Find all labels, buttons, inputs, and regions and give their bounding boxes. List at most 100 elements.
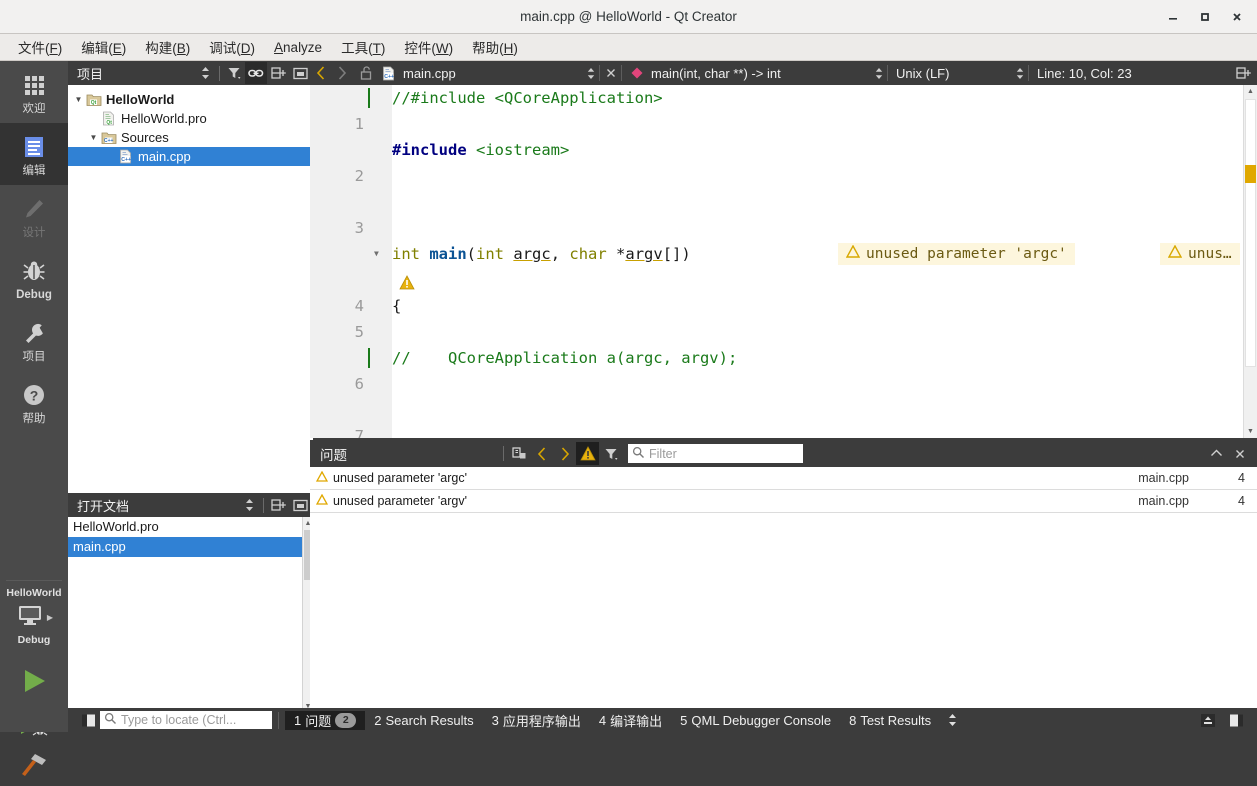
updown-arrows-icon[interactable]	[194, 62, 216, 84]
chevron-down-icon[interactable]: ▼	[72, 95, 85, 104]
split-add-icon[interactable]	[1233, 62, 1254, 84]
projects-sidebar: 项目 ▼ Qt HelloWorld Qt HelloWorld.pro ▼ C…	[68, 61, 313, 496]
tab-label: Search Results	[385, 712, 474, 728]
status-bar: Type to locate (Ctrl... 1 问题 2 2 Search …	[68, 708, 1257, 732]
scroll-down-arrow-icon[interactable]: ▼	[1244, 425, 1257, 438]
menu-debug[interactable]: 调试(D)	[200, 34, 264, 60]
divider	[503, 446, 504, 461]
next-issue-button[interactable]	[553, 442, 576, 465]
code-line-4[interactable]: 4 ▼ int main(int argc, char *argv[]) unu…	[310, 241, 1257, 315]
code-editor[interactable]: 1 //#include <QCoreApplication> 2 #inclu…	[310, 85, 1257, 438]
menu-edit[interactable]: 编辑(E)	[72, 34, 135, 60]
tree-item-sources[interactable]: ▼ C++ Sources	[68, 128, 313, 147]
output-tab-search-results[interactable]: 2 Search Results	[365, 713, 482, 728]
code-line-1[interactable]: 1 //#include <QCoreApplication>	[310, 85, 1257, 133]
tree-item-label: HelloWorld.pro	[121, 111, 207, 126]
close-panel-icon[interactable]	[289, 494, 311, 516]
maximize-window-button[interactable]	[1191, 3, 1219, 31]
issue-row[interactable]: unused parameter 'argv' main.cpp 4	[310, 490, 1257, 513]
tab-label: QML Debugger Console	[691, 712, 832, 728]
copy-icon[interactable]	[507, 442, 530, 465]
issue-message: unused parameter 'argc'	[333, 471, 468, 485]
updown-arrows-icon[interactable]	[1015, 67, 1025, 80]
bug-icon	[21, 256, 47, 286]
split-add-icon[interactable]	[267, 62, 289, 84]
output-tab-test-results[interactable]: 8 Test Results	[840, 713, 940, 728]
output-tab-issues[interactable]: 1 问题 2	[285, 710, 366, 730]
run-button[interactable]	[0, 660, 68, 702]
output-tab-qml-debugger-console[interactable]: 5 QML Debugger Console	[671, 713, 840, 728]
svg-text:C++: C++	[121, 157, 131, 163]
menu-file[interactable]: 文件(F)	[9, 34, 71, 60]
mode-help[interactable]: ? 帮助	[0, 371, 68, 433]
output-tab-compile-output[interactable]: 4 编译输出	[590, 711, 671, 730]
inline-warning-argv[interactable]: unus…	[1160, 243, 1240, 265]
unlocked-icon[interactable]	[355, 62, 376, 84]
open-file-combo[interactable]: main.cpp	[399, 61, 599, 85]
inline-warning-argc[interactable]: unused parameter 'argc'	[838, 243, 1075, 265]
editor-scrollbar[interactable]: ▲ ▼	[1243, 85, 1257, 438]
close-window-button[interactable]	[1223, 3, 1251, 31]
build-project-button[interactable]	[0, 744, 68, 786]
line-ending-combo[interactable]: Unix (LF)	[888, 61, 1028, 85]
updown-arrows-icon[interactable]	[940, 708, 964, 732]
updown-arrows-icon[interactable]	[874, 67, 884, 80]
minimize-window-button[interactable]	[1159, 3, 1187, 31]
menu-tools[interactable]: 工具(T)	[332, 34, 394, 60]
tree-item-helloworld-pro[interactable]: Qt HelloWorld.pro	[68, 109, 313, 128]
funnel-icon[interactable]	[223, 62, 245, 84]
close-panel-icon[interactable]	[289, 62, 311, 84]
link-icon[interactable]	[245, 62, 267, 84]
symbol-combo[interactable]: main(int, char **) -> int	[647, 61, 887, 85]
tree-item-helloworld[interactable]: ▼ Qt HelloWorld	[68, 90, 313, 109]
code-line-3[interactable]: 3	[310, 189, 1257, 237]
tab-number: 8	[849, 712, 857, 728]
navigate-forward-button[interactable]	[331, 62, 352, 84]
scroll-up-arrow-icon[interactable]: ▲	[1244, 85, 1257, 98]
funnel-icon[interactable]	[599, 442, 622, 465]
code-line-7[interactable]: 7	[310, 397, 1257, 438]
menu-analyze[interactable]: Analyze	[265, 37, 331, 58]
split-add-icon[interactable]	[267, 494, 289, 516]
toggle-left-sidebar-button[interactable]	[76, 708, 100, 732]
updown-arrows-icon[interactable]	[586, 67, 596, 80]
cpp-folder-icon: C++	[100, 131, 117, 145]
output-tab-application-output[interactable]: 3 应用程序输出	[483, 711, 590, 730]
divider	[219, 65, 220, 81]
previous-issue-button[interactable]	[530, 442, 553, 465]
navigate-back-button[interactable]	[310, 62, 331, 84]
chevron-down-icon[interactable]: ▼	[87, 133, 100, 142]
open-documents-sidebar: 打开文档 HelloWorld.pro main.cpp ▲ ▼	[68, 493, 313, 712]
code-line-5[interactable]: 5 {	[310, 293, 1257, 341]
toggle-right-sidebar-button[interactable]	[1223, 710, 1249, 730]
menu-window[interactable]: 控件(W)	[395, 34, 462, 60]
mode-projects[interactable]: 项目	[0, 309, 68, 371]
menu-build[interactable]: 构建(B)	[136, 34, 199, 60]
menu-help[interactable]: 帮助(H)	[463, 34, 527, 60]
document-item-main-cpp[interactable]: main.cpp	[68, 537, 313, 557]
mode-design[interactable]: 设计	[0, 185, 68, 247]
editor-toolbar: C++ main.cpp main(int, char **) -> int U…	[310, 61, 1257, 85]
warning-triangle-icon[interactable]	[576, 442, 599, 465]
mode-debug[interactable]: Debug	[0, 247, 68, 309]
document-item-helloworld-pro[interactable]: HelloWorld.pro	[68, 517, 313, 537]
tree-item-main-cpp[interactable]: C++ main.cpp	[68, 147, 313, 166]
chevron-up-icon[interactable]	[1205, 442, 1228, 465]
close-editor-button[interactable]	[600, 62, 621, 84]
line-caret-marker	[368, 88, 370, 108]
code-line-6[interactable]: 6 // QCoreApplication a(argc, argv);	[310, 345, 1257, 393]
fold-chevron-down-icon[interactable]: ▼	[374, 241, 379, 267]
kit-selector[interactable]: HelloWorld ▶ Debug	[0, 580, 68, 786]
code-line-2[interactable]: 2 #include <iostream>	[310, 137, 1257, 185]
issue-row[interactable]: unused parameter 'argc' main.cpp 4	[310, 467, 1257, 490]
line-number: 6	[354, 375, 364, 393]
issues-filter-input[interactable]: Filter	[628, 444, 803, 463]
mode-selector-bar: 欢迎 编辑 设计 Debug 项目 ? 帮助 HelloWorld ▶ Debu…	[0, 61, 68, 776]
minimize-output-pane-button[interactable]	[1195, 710, 1221, 730]
mode-edit[interactable]: 编辑	[0, 123, 68, 185]
mode-welcome[interactable]: 欢迎	[0, 61, 68, 123]
updown-arrows-icon[interactable]	[238, 494, 260, 516]
close-icon[interactable]	[1228, 442, 1251, 465]
scrollbar-thumb[interactable]	[1245, 99, 1256, 367]
locator-input[interactable]: Type to locate (Ctrl...	[100, 711, 272, 729]
